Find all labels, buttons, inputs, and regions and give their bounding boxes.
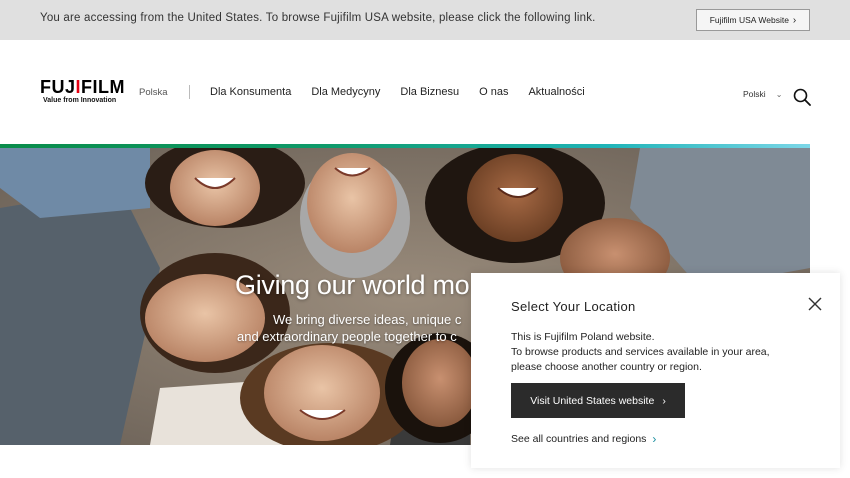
visit-united-states-website-button[interactable]: Visit United States website › — [511, 383, 685, 418]
language-label: Polski — [743, 89, 766, 99]
see-all-countries-link[interactable]: See all countries and regions › — [511, 432, 656, 446]
hero-subtitle-line-1: We bring diverse ideas, unique c — [273, 312, 462, 327]
fujifilm-usa-website-label: Fujifilm USA Website — [709, 15, 789, 25]
chevron-right-icon: › — [652, 432, 657, 446]
logo-wordmark: FUJIFILM — [40, 77, 126, 97]
nav-item-dla-konsumenta[interactable]: Dla Konsumenta — [210, 86, 291, 98]
site-header: FUJIFILM Value from Innovation Polska Dl… — [0, 40, 850, 146]
region-notice-bar: You are accessing from the United States… — [0, 0, 850, 40]
nav-item-aktualnosci[interactable]: Aktualności — [528, 86, 584, 98]
logo-tagline: Value from Innovation — [43, 97, 117, 104]
chevron-right-icon: › — [792, 14, 797, 26]
country-label: Polska — [139, 87, 168, 98]
language-selector[interactable]: Polski ⌄ — [743, 89, 782, 99]
dialog-body-line-2: To browse products and services availabl… — [511, 346, 770, 358]
dialog-body: This is Fujifilm Poland website. To brow… — [511, 330, 770, 375]
dialog-title: Select Your Location — [511, 299, 636, 314]
chevron-right-icon: › — [662, 394, 666, 407]
select-location-dialog: Select Your Location This is Fujifilm Po… — [471, 273, 840, 468]
hero-subtitle-line-2: and extraordinary people together to c — [237, 329, 457, 344]
nav-item-dla-medycyny[interactable]: Dla Medycyny — [311, 86, 380, 98]
main-nav: Dla Konsumenta Dla Medycyny Dla Biznesu … — [210, 86, 605, 98]
nav-item-dla-biznesu[interactable]: Dla Biznesu — [400, 86, 459, 98]
dialog-body-line-1: This is Fujifilm Poland website. — [511, 331, 655, 343]
fujifilm-logo[interactable]: FUJIFILM Value from Innovation — [40, 78, 125, 104]
header-divider — [189, 85, 190, 99]
hero-title: Giving our world mo — [235, 270, 470, 300]
search-icon[interactable] — [793, 88, 811, 106]
see-all-countries-label: See all countries and regions — [511, 433, 647, 445]
region-notice-text: You are accessing from the United States… — [40, 12, 596, 24]
chevron-down-icon: ⌄ — [775, 89, 783, 99]
dialog-body-line-3: please choose another country or region. — [511, 361, 702, 373]
close-icon[interactable] — [807, 296, 823, 312]
fujifilm-usa-website-button[interactable]: Fujifilm USA Website › — [696, 9, 810, 31]
visit-us-button-label: Visit United States website — [530, 394, 655, 407]
nav-item-o-nas[interactable]: O nas — [479, 86, 508, 98]
